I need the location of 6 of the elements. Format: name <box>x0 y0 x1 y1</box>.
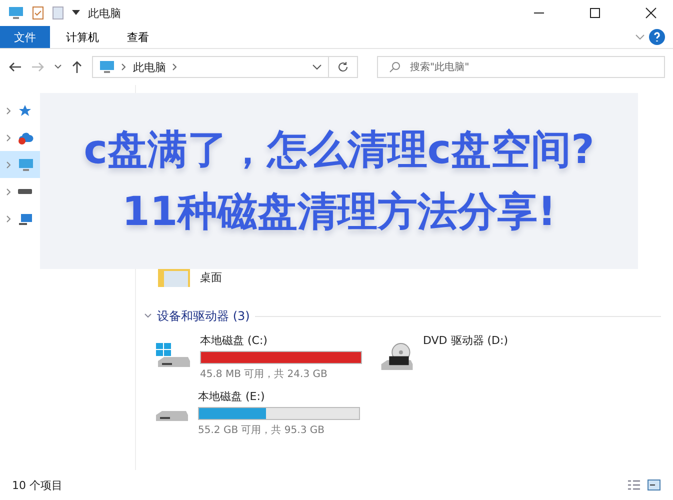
item-count: 10 个项目 <box>12 478 62 492</box>
drive-space: 55.2 GB 可用，共 95.3 GB <box>198 424 326 437</box>
headline: c盘满了，怎么清理c盘空间? <box>84 127 594 173</box>
window-title: 此电脑 <box>88 6 121 20</box>
headline: 11种磁盘清理方法分享! <box>122 189 556 235</box>
drive-space: 45.8 MB 可用，共 24.3 GB <box>200 368 328 381</box>
